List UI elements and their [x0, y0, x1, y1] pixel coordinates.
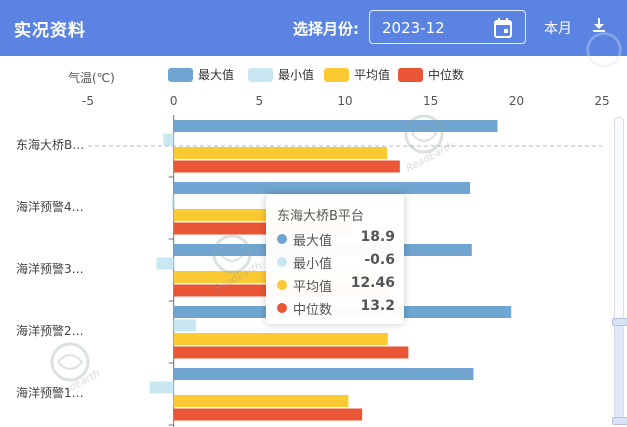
- bar-3-3: [173, 346, 409, 359]
- scrollbar-thumb[interactable]: [615, 318, 623, 422]
- x-tick-label: 5: [256, 94, 264, 108]
- x-tick-label: 25: [594, 94, 609, 108]
- tooltip-row: 中位数 13.2: [277, 298, 395, 318]
- bar-2-0: [173, 147, 388, 159]
- bar-1-1: [171, 195, 174, 208]
- category-label: 海洋预警1…: [16, 385, 84, 400]
- series-dot: [277, 303, 287, 313]
- x-tick-label: 15: [423, 94, 438, 108]
- bar-0-1: [173, 182, 471, 194]
- scroll-handle-top[interactable]: [612, 318, 627, 326]
- bar-3-4: [173, 408, 363, 421]
- category-label: 海洋预警4…: [16, 199, 84, 214]
- category-label: 东海大桥B…: [16, 137, 84, 152]
- bar-0-0: [173, 120, 498, 132]
- vertical-scrollbar[interactable]: [614, 117, 624, 423]
- tooltip-title: 东海大桥B平台: [277, 209, 364, 224]
- tooltip-row: 最大值 18.9: [277, 229, 395, 249]
- tooltip-row: 平均值 12.46: [277, 275, 395, 295]
- bar-2-3: [173, 333, 388, 345]
- bar-0-4: [173, 368, 474, 380]
- x-tick-label: 0: [170, 94, 178, 108]
- chart-tooltip: 东海大桥B平台 最大值 18.9 最小值 -0.6 平均值 12.46 中位数 …: [266, 194, 404, 324]
- bar-3-0: [173, 160, 400, 173]
- bar-1-0: [163, 133, 174, 146]
- bar-1-3: [173, 319, 196, 332]
- bar-1-4: [149, 381, 174, 394]
- category-label: 海洋预警2…: [16, 323, 84, 338]
- x-tick-label: -5: [82, 94, 94, 108]
- scroll-handle-bottom[interactable]: [612, 417, 627, 425]
- x-tick-label: 10: [337, 94, 352, 108]
- bar-2-4: [173, 395, 349, 407]
- series-dot: [277, 257, 287, 267]
- series-dot: [277, 234, 287, 244]
- tooltip-row: 最小值 -0.6: [277, 252, 395, 272]
- x-tick-label: 20: [509, 94, 524, 108]
- series-dot: [277, 280, 287, 290]
- category-label: 海洋预警3…: [16, 261, 84, 276]
- bar-1-2: [156, 257, 174, 270]
